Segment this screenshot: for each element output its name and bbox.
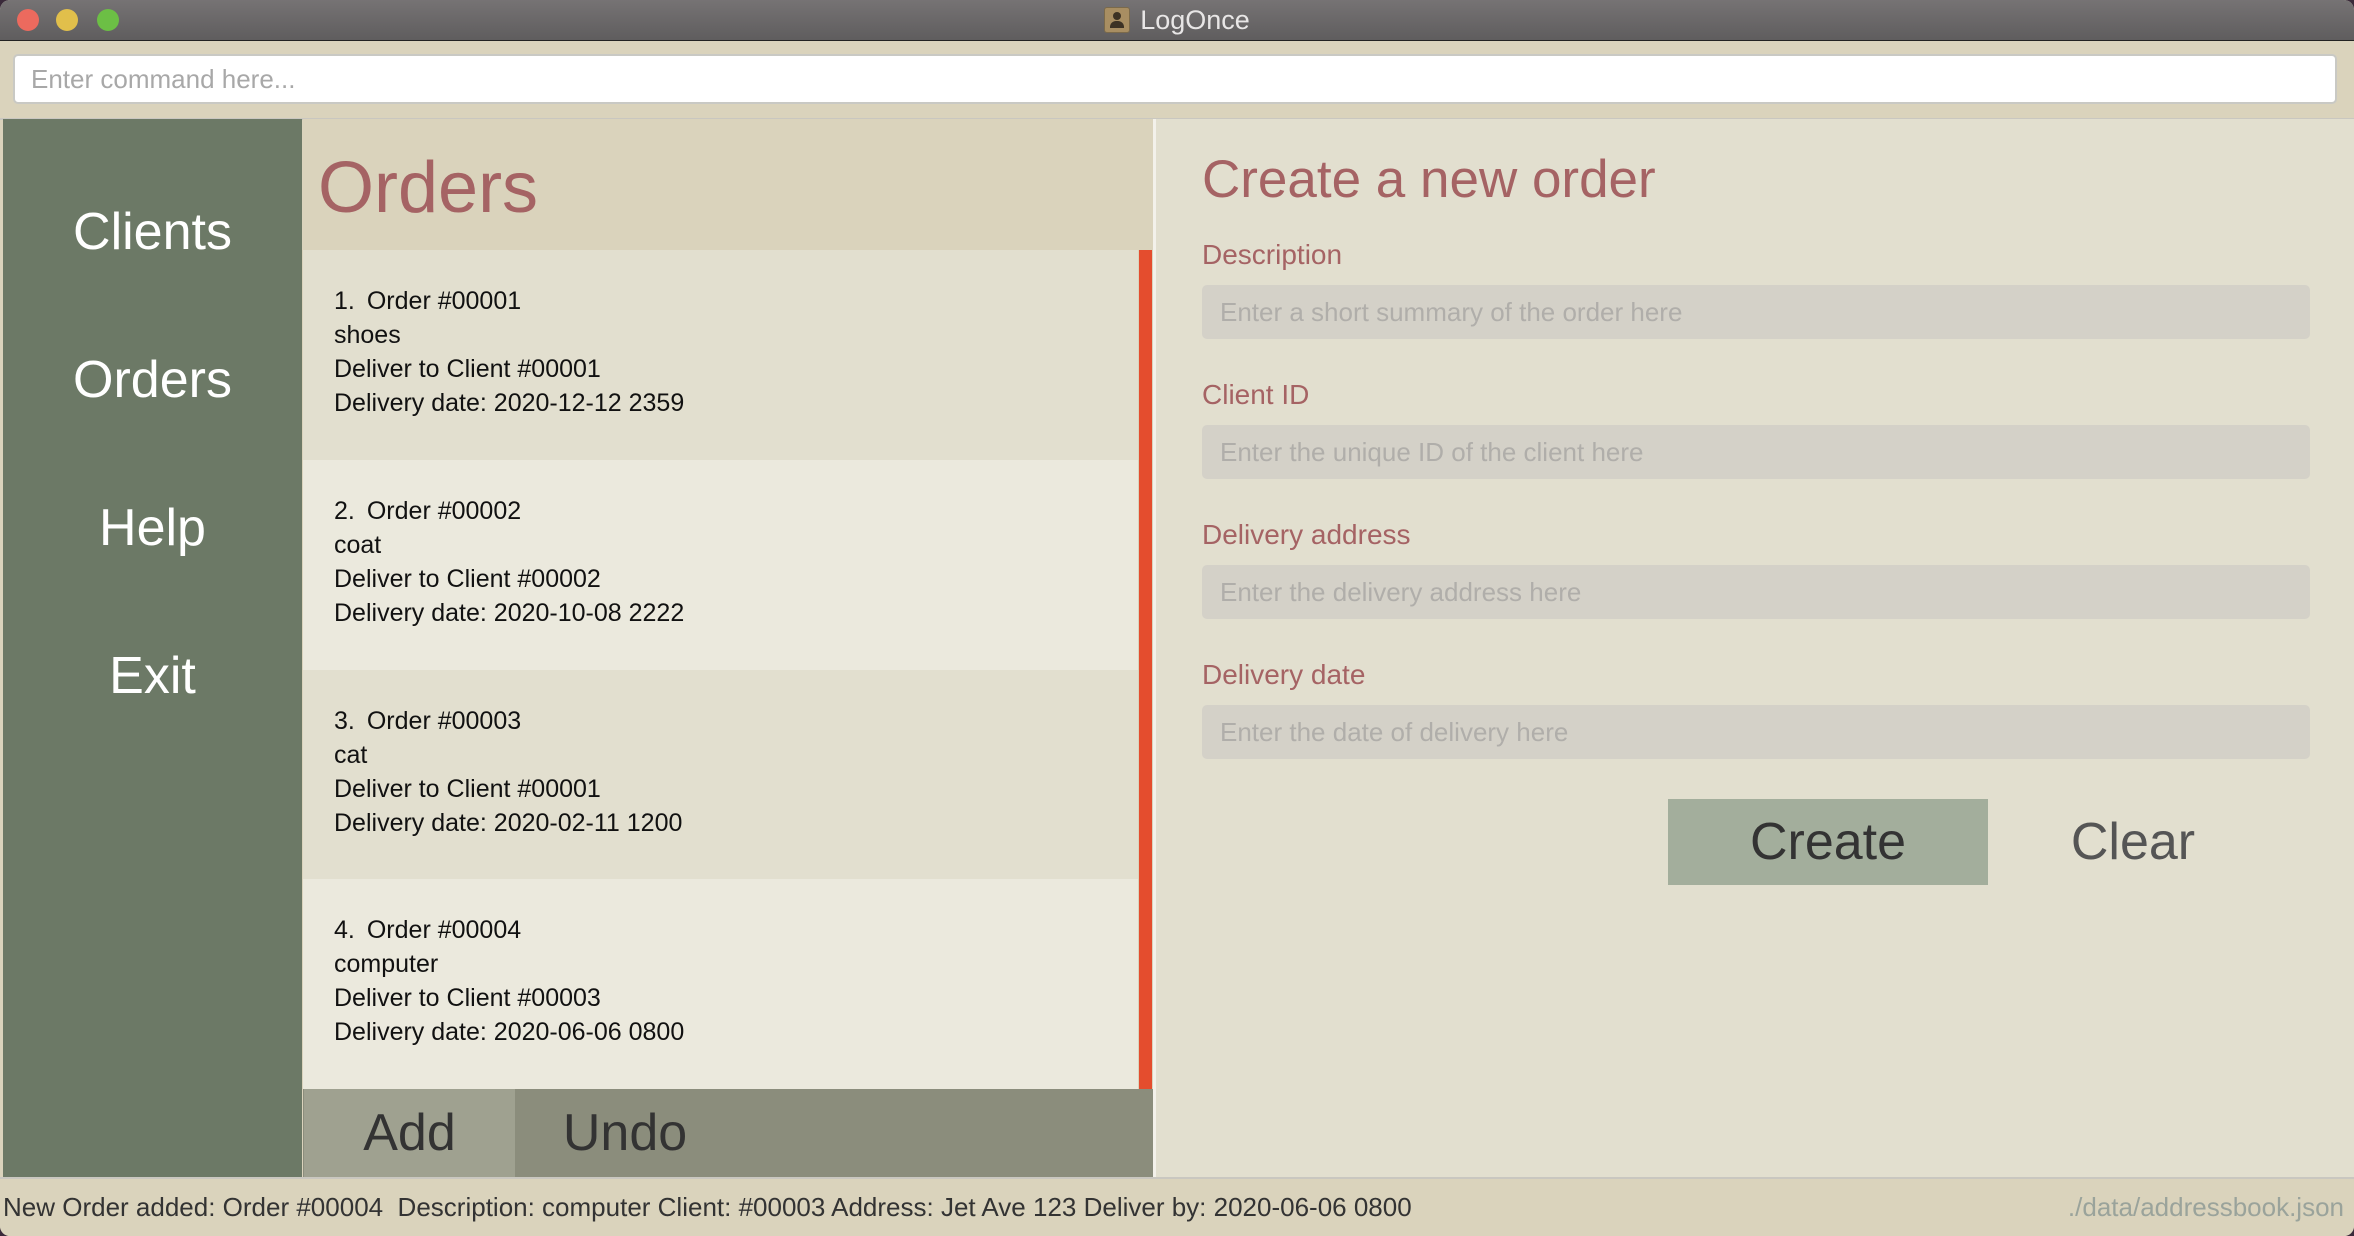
orders-button-bar: Add Undo — [303, 1089, 1153, 1177]
orders-panel: Orders 1. Order #00001 shoes Deliver to C… — [303, 119, 1153, 1177]
status-message: New Order added: Order #00004 Descriptio… — [3, 1192, 1412, 1222]
undo-button[interactable]: Undo — [515, 1089, 735, 1177]
orders-title: Orders — [318, 148, 539, 228]
order-description: cat — [334, 740, 368, 769]
orders-list: 1. Order #00001 shoes Deliver to Client #… — [303, 250, 1138, 1089]
sidebar: Clients Orders Help Exit — [3, 119, 302, 1177]
order-date: Delivery date: 2020-06-06 0800 — [334, 1018, 685, 1047]
order-description: computer — [334, 950, 439, 979]
description-label: Description — [1202, 239, 1343, 270]
order-index: 4. — [334, 916, 355, 945]
sidebar-item-help[interactable]: Help — [3, 498, 302, 558]
order-date: Delivery date: 2020-12-12 2359 — [334, 389, 685, 417]
create-button[interactable]: Create — [1668, 799, 1988, 885]
delivery-date-input[interactable] — [1202, 705, 2310, 759]
order-date: Delivery date: 2020-10-08 2222 — [334, 598, 685, 627]
order-list-item[interactable]: 4. Order #00004 computer Deliver to Clien… — [303, 879, 1138, 1089]
command-input[interactable] — [13, 54, 2337, 104]
delivery-address-input[interactable] — [1202, 565, 2310, 619]
form-title: Create a new order — [1202, 150, 1656, 209]
order-title: Order #00003 — [366, 706, 522, 735]
order-client: Deliver to Client #00001 — [334, 774, 601, 803]
app-window: LogOnce Clients Orders Help Exit Orders … — [0, 0, 2354, 1236]
orders-scrollbar-thumb[interactable] — [1139, 250, 1152, 1089]
order-index: 2. — [334, 496, 355, 525]
order-index: 1. — [334, 287, 355, 315]
order-title: Order #00002 — [366, 496, 522, 525]
order-list-item[interactable]: 2. Order #00002 coat Deliver to Client #0… — [303, 459, 1138, 670]
order-description: shoes — [334, 321, 401, 349]
sidebar-item-exit[interactable]: Exit — [3, 646, 302, 706]
command-bar — [0, 41, 2354, 120]
order-client: Deliver to Client #00001 — [334, 355, 601, 383]
sidebar-item-clients[interactable]: Clients — [3, 202, 302, 262]
add-order-button[interactable]: Add — [304, 1089, 515, 1177]
orders-header: Orders — [303, 119, 1153, 250]
contacts-person-icon — [1104, 7, 1131, 33]
data-file-path: ./data/addressbook.json — [2067, 1192, 2344, 1222]
order-list-item[interactable]: 1. Order #00001 shoes Deliver to Client #… — [303, 250, 1138, 460]
client-id-input[interactable] — [1202, 425, 2310, 479]
delivery-address-label: Delivery address — [1202, 519, 1411, 550]
description-input[interactable] — [1202, 285, 2310, 339]
order-index: 3. — [334, 706, 355, 735]
create-order-form: Create a new order Description Client ID… — [1156, 119, 2354, 1177]
client-id-label: Client ID — [1202, 379, 1310, 410]
delivery-date-label: Delivery date — [1202, 659, 1366, 690]
order-client: Deliver to Client #00002 — [334, 564, 601, 593]
window-title: LogOnce — [1140, 4, 1250, 35]
order-title: Order #00004 — [366, 916, 522, 945]
title-bar: LogOnce — [0, 0, 2354, 41]
order-description: coat — [334, 530, 382, 559]
order-title: Order #00001 — [366, 287, 522, 315]
order-list-item[interactable]: 3. Order #00003 cat Deliver to Client #00… — [303, 669, 1138, 880]
order-client: Deliver to Client #00003 — [334, 984, 601, 1013]
orders-scrollbar[interactable] — [1138, 250, 1153, 1089]
order-date: Delivery date: 2020-02-11 1200 — [334, 808, 683, 837]
status-bar: New Order added: Order #00004 Descriptio… — [0, 1177, 2354, 1236]
clear-button[interactable]: Clear — [2028, 799, 2238, 885]
sidebar-item-orders[interactable]: Orders — [3, 350, 302, 410]
